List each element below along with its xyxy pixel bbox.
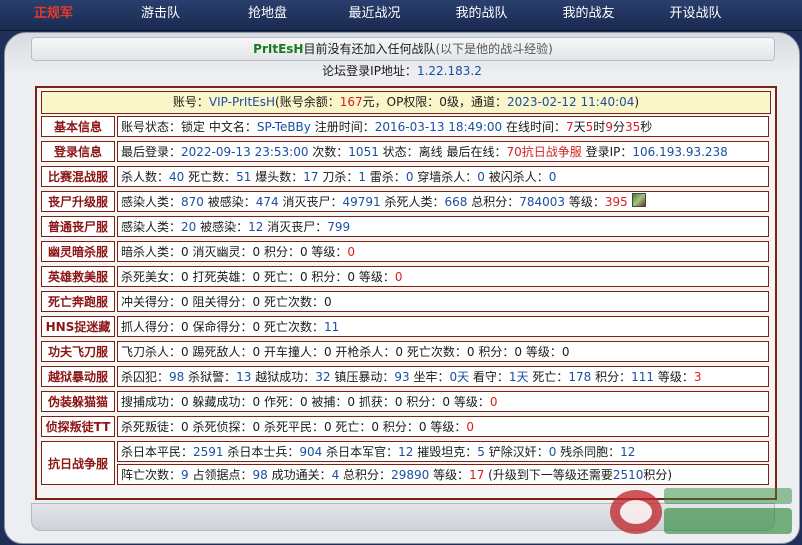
value-plain: 感染人类：20 被感染：12 消灭丧尸：799 bbox=[117, 216, 769, 237]
header-note: (以下是他的战斗经验) bbox=[435, 42, 553, 56]
nav-regular-army[interactable]: 正规军 bbox=[0, 0, 107, 30]
ip-label: 论坛登录IP地址： bbox=[322, 64, 417, 78]
row-plain: 普通丧尸服 感染人类：20 被感染：12 消灭丧尸：799 bbox=[41, 216, 769, 237]
nav-my-friends[interactable]: 我的战友 bbox=[535, 0, 642, 30]
label-ghost: 幽灵暗杀服 bbox=[41, 241, 115, 262]
label-hide: 伪装躲猫猫 bbox=[41, 391, 115, 412]
label-kungfu: 功夫飞刀服 bbox=[41, 341, 115, 362]
balance-value: 167 bbox=[339, 95, 363, 109]
value-hero: 杀死美女：0 打死英雄：0 死亡：0 积分：0 等级：0 bbox=[117, 266, 769, 287]
row-basic: 基本信息 账号状态：锁定 中文名：SP-TeBBy 注册时间：2016-03-1… bbox=[41, 116, 769, 137]
value-detect: 杀死叛徒：0 杀死侦探：0 杀死平民：0 死亡：0 积分：0 等级：0 bbox=[117, 416, 769, 437]
label-death: 死亡奔跑服 bbox=[41, 291, 115, 312]
row-death: 死亡奔跑服 冲关得分：0 阻关得分：0 死亡次数：0 bbox=[41, 291, 769, 312]
profile-shell: PrItEsH目前没有还加入任何战队(以下是他的战斗经验) 论坛登录IP地址：1… bbox=[4, 32, 800, 544]
value-war-1: 杀日本平民：2591 杀日本士兵：904 杀日本军官：12 摧毁坦克：5 铲除汉… bbox=[117, 441, 769, 462]
nav-my-team[interactable]: 我的战队 bbox=[428, 0, 535, 30]
row-hide: 伪装躲猫猫 搜捕成功：0 躲藏成功：0 作死：0 被捕：0 抓获：0 积分：0 … bbox=[41, 391, 769, 412]
forum-ip-line: 论坛登录IP地址：1.22.183.2 bbox=[17, 61, 787, 81]
label-hero: 英雄救美服 bbox=[41, 266, 115, 287]
label-mix: 比赛混战服 bbox=[41, 166, 115, 187]
row-detect: 侦探叛徒TT 杀死叛徒：0 杀死侦探：0 杀死平民：0 死亡：0 积分：0 等级… bbox=[41, 416, 769, 437]
value-zombie: 感染人类：870 被感染：474 消灭丧尸：49791 杀死人类：668 总积分… bbox=[117, 191, 769, 212]
label-basic: 基本信息 bbox=[41, 116, 115, 137]
nav-guerrilla[interactable]: 游击队 bbox=[107, 0, 214, 30]
label-zombie: 丧尸升级服 bbox=[41, 191, 115, 212]
value-hide: 搜捕成功：0 躲藏成功：0 作死：0 被捕：0 抓获：0 积分：0 等级：0 bbox=[117, 391, 769, 412]
row-kungfu: 功夫飞刀服 飞刀杀人：0 踢死敌人：0 开车撞人：0 开枪杀人：0 死亡次数：0… bbox=[41, 341, 769, 362]
nav-create-team[interactable]: 开设战队 bbox=[642, 0, 749, 30]
row-prison: 越狱暴动服 杀囚犯：98 杀狱警：13 越狱成功：32 镇压暴动：93 坐牢：0… bbox=[41, 366, 769, 387]
account-name: VIP-PrItEsH bbox=[208, 95, 276, 109]
op-channel-text: 元，OP权限：0级，通道： bbox=[362, 95, 507, 109]
value-login: 最后登录：2022-09-13 23:53:00 次数：1051 状态：离线 最… bbox=[117, 141, 769, 162]
account-key: 账号： bbox=[172, 95, 209, 109]
nav-grab-territory[interactable]: 抢地盘 bbox=[214, 0, 321, 30]
label-hns: HNS捉迷藏 bbox=[41, 316, 115, 337]
value-mix: 杀人数：40 死亡数：51 爆头数：17 刀杀：1 雷杀：0 穿墙杀人：0 被闪… bbox=[117, 166, 769, 187]
row-ghost: 幽灵暗杀服 暗杀人类：0 消灭幽灵：0 积分：0 等级：0 bbox=[41, 241, 769, 262]
header-message: 目前没有还加入任何战队 bbox=[303, 42, 436, 56]
label-login: 登录信息 bbox=[41, 141, 115, 162]
value-ghost: 暗杀人类：0 消灭幽灵：0 积分：0 等级：0 bbox=[117, 241, 769, 262]
row-hero: 英雄救美服 杀死美女：0 打死英雄：0 死亡：0 积分：0 等级：0 bbox=[41, 266, 769, 287]
top-nav: 正规军 游击队 抢地盘 最近战况 我的战队 我的战友 开设战队 bbox=[0, 0, 802, 31]
value-kungfu: 飞刀杀人：0 踢死敌人：0 开车撞人：0 开枪杀人：0 死亡次数：0 积分：0 … bbox=[117, 341, 769, 362]
header-username: PrItEsH bbox=[253, 42, 304, 56]
team-status-header: PrItEsH目前没有还加入任何战队(以下是他的战斗经验) bbox=[31, 37, 775, 61]
stats-panel: 账号：VIP-PrItEsH(账号余额：167元，OP权限：0级，通道：2023… bbox=[35, 86, 777, 500]
account-date: 2023-02-12 11:40:04 bbox=[506, 95, 635, 109]
label-war: 抗日战争服 bbox=[41, 441, 115, 485]
nav-recent-battles[interactable]: 最近战况 bbox=[321, 0, 428, 30]
label-plain: 普通丧尸服 bbox=[41, 216, 115, 237]
level-badge-icon bbox=[631, 193, 646, 207]
value-hns: 抓人得分：0 保命得分：0 死亡次数：11 bbox=[117, 316, 769, 337]
row-hns: HNS捉迷藏 抓人得分：0 保命得分：0 死亡次数：11 bbox=[41, 316, 769, 337]
row-login: 登录信息 最后登录：2022-09-13 23:53:00 次数：1051 状态… bbox=[41, 141, 769, 162]
row-mix: 比赛混战服 杀人数：40 死亡数：51 爆头数：17 刀杀：1 雷杀：0 穿墙杀… bbox=[41, 166, 769, 187]
value-basic: 账号状态：锁定 中文名：SP-TeBBy 注册时间：2016-03-13 18:… bbox=[117, 116, 769, 137]
row-zombie: 丧尸升级服 感染人类：870 被感染：474 消灭丧尸：49791 杀死人类：6… bbox=[41, 191, 769, 212]
account-row: 账号：VIP-PrItEsH(账号余额：167元，OP权限：0级，通道：2023… bbox=[41, 91, 771, 114]
watermark-logo bbox=[610, 488, 792, 534]
ip-value: 1.22.183.2 bbox=[416, 64, 482, 78]
label-detect: 侦探叛徒TT bbox=[41, 416, 115, 437]
value-death: 冲关得分：0 阻关得分：0 死亡次数：0 bbox=[117, 291, 769, 312]
account-close: ) bbox=[634, 95, 640, 109]
balance-key: (账号余额： bbox=[275, 95, 340, 109]
label-prison: 越狱暴动服 bbox=[41, 366, 115, 387]
value-prison: 杀囚犯：98 杀狱警：13 越狱成功：32 镇压暴动：93 坐牢：0天 看守：1… bbox=[117, 366, 769, 387]
